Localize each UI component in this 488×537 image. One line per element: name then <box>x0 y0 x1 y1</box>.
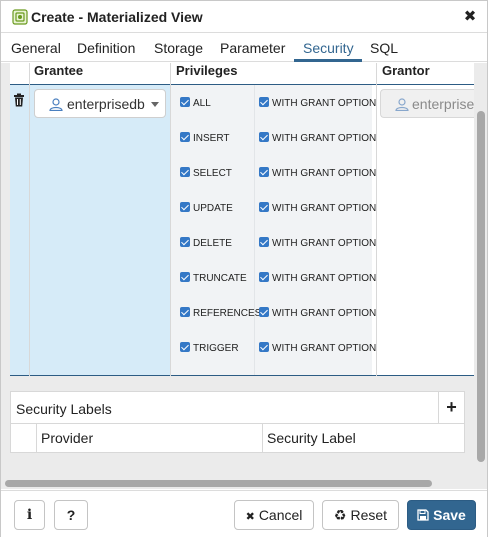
user-icon <box>395 98 409 111</box>
privilege-truncate-checkbox[interactable]: TRUNCATE <box>180 272 247 286</box>
tab-storage[interactable]: Storage <box>154 40 203 56</box>
recycle-icon: ♻ <box>333 507 347 523</box>
security-labels-title: Security Labels <box>16 401 112 417</box>
security-tab-content: Grantee Privileges Grantor enterprisedb <box>1 63 487 489</box>
vertical-scrollbar-thumb[interactable] <box>477 111 485 462</box>
save-button[interactable]: Save <box>407 500 476 530</box>
row-action-column-header <box>11 424 37 453</box>
grantor-column-header: Grantor <box>377 63 474 85</box>
help-icon: ? <box>66 507 76 523</box>
grantor-value: enterprisedb <box>412 96 474 112</box>
grant-option-all-checkbox[interactable]: WITH GRANT OPTION <box>259 97 376 111</box>
info-icon: i <box>26 507 33 523</box>
cancel-label: Cancel <box>258 507 303 523</box>
privilege-all-checkbox[interactable]: ALL <box>180 97 211 111</box>
grant-option-delete-checkbox[interactable]: WITH GRANT OPTION <box>259 237 376 251</box>
privilege-references-checkbox[interactable]: REFERENCES <box>180 307 261 321</box>
column-divider <box>254 85 255 375</box>
grant-option-select-checkbox[interactable]: WITH GRANT OPTION <box>259 167 376 181</box>
selected-row-highlight <box>10 85 170 375</box>
privilege-trigger-checkbox[interactable]: TRIGGER <box>180 342 239 356</box>
privileges-grid: Grantee Privileges Grantor enterprisedb <box>10 63 474 376</box>
grantor-select: enterprisedb <box>380 89 474 118</box>
tab-definition[interactable]: Definition <box>77 40 135 56</box>
tab-parameter[interactable]: Parameter <box>220 40 285 56</box>
checkbox-checked-icon <box>180 342 190 352</box>
horizontal-scrollbar-thumb[interactable] <box>5 480 432 487</box>
column-divider <box>29 63 30 376</box>
checkbox-checked-icon <box>259 237 269 247</box>
grantee-column-header: Grantee <box>29 63 171 85</box>
provider-column-header: Provider <box>41 430 94 446</box>
grantee-select[interactable]: enterprisedb <box>34 89 166 118</box>
grant-option-insert-checkbox[interactable]: WITH GRANT OPTION <box>259 132 376 146</box>
tab-general[interactable]: General <box>11 40 61 56</box>
dialog-footer: i ? ✖ Cancel ♻ Reset Save <box>1 490 487 537</box>
help-button[interactable]: ? <box>54 500 88 530</box>
materialized-view-icon <box>12 9 28 25</box>
security-labels-panel: Security Labels + Provider Security Labe… <box>10 391 465 453</box>
checkbox-checked-icon <box>180 167 190 177</box>
dialog-titlebar[interactable]: Create - Materialized View ✖ <box>1 1 487 33</box>
grant-option-trigger-checkbox[interactable]: WITH GRANT OPTION <box>259 342 376 356</box>
security-label-column-header: Security Label <box>267 430 356 446</box>
reset-label: Reset <box>350 507 388 523</box>
grant-option-references-checkbox[interactable]: WITH GRANT OPTION <box>259 307 376 321</box>
grant-option-update-checkbox[interactable]: WITH GRANT OPTION <box>259 202 376 216</box>
checkbox-checked-icon <box>259 167 269 177</box>
grantee-value: enterprisedb <box>67 96 145 112</box>
grant-option-truncate-checkbox[interactable]: WITH GRANT OPTION <box>259 272 376 286</box>
privilege-select-checkbox[interactable]: SELECT <box>180 167 232 181</box>
cancel-button[interactable]: ✖ Cancel <box>234 500 314 530</box>
privilege-delete-checkbox[interactable]: DELETE <box>180 237 232 251</box>
checkbox-checked-icon <box>259 307 269 317</box>
trash-icon[interactable] <box>13 93 25 107</box>
privileges-cell <box>171 85 372 375</box>
close-icon[interactable]: ✖ <box>462 8 478 26</box>
checkbox-checked-icon <box>180 237 190 247</box>
checkbox-checked-icon <box>180 272 190 282</box>
checkbox-checked-icon <box>180 202 190 212</box>
checkbox-checked-icon <box>180 307 190 317</box>
close-icon: ✖ <box>245 511 255 523</box>
reset-button[interactable]: ♻ Reset <box>322 500 399 530</box>
tab-bar: General Definition Storage Parameter Sec… <box>1 34 487 62</box>
tab-sql[interactable]: SQL <box>370 40 398 56</box>
save-label: Save <box>433 507 466 523</box>
security-labels-header: Security Labels + <box>11 392 464 424</box>
user-icon <box>49 98 63 111</box>
horizontal-scrollbar[interactable] <box>1 478 487 489</box>
chevron-down-icon <box>151 102 159 107</box>
checkbox-checked-icon <box>180 132 190 142</box>
vertical-scrollbar[interactable] <box>475 63 487 479</box>
create-materialized-view-dialog: Create - Materialized View ✖ General Def… <box>0 0 488 537</box>
active-tab-indicator <box>294 59 362 62</box>
add-security-label-button[interactable]: + <box>438 392 464 423</box>
checkbox-checked-icon <box>259 342 269 352</box>
tab-security[interactable]: Security <box>303 40 354 56</box>
dialog-title: Create - Materialized View <box>31 9 203 25</box>
privilege-update-checkbox[interactable]: UPDATE <box>180 202 233 216</box>
floppy-disk-icon <box>417 509 429 521</box>
privileges-column-header: Privileges <box>171 63 377 85</box>
privilege-insert-checkbox[interactable]: INSERT <box>180 132 230 146</box>
column-divider <box>170 63 171 376</box>
checkbox-checked-icon <box>259 132 269 142</box>
checkbox-checked-icon <box>259 202 269 212</box>
checkbox-checked-icon <box>259 272 269 282</box>
delete-column-header <box>10 63 30 85</box>
info-button[interactable]: i <box>14 500 45 530</box>
checkbox-checked-icon <box>259 97 269 107</box>
checkbox-checked-icon <box>180 97 190 107</box>
